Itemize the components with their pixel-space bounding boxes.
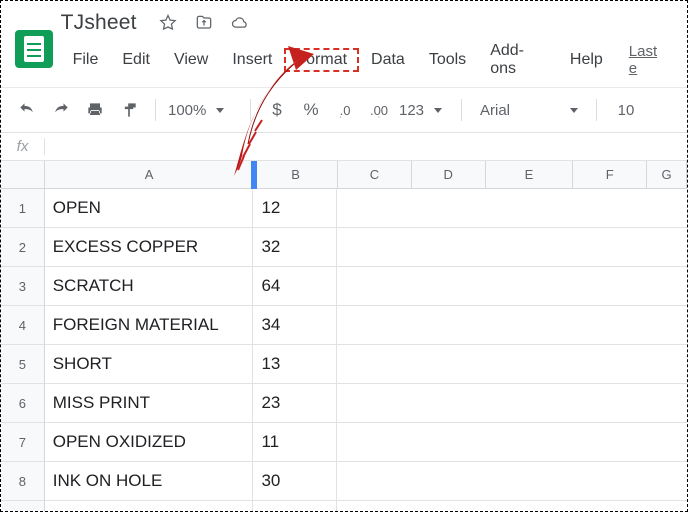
number-format-dropdown[interactable]: 123	[399, 102, 449, 119]
cell[interactable]	[337, 501, 687, 512]
cell[interactable]	[337, 384, 687, 423]
chevron-down-icon	[216, 108, 224, 113]
col-header-F[interactable]: F	[573, 161, 647, 188]
cell[interactable]: MISS PRINT	[45, 384, 254, 423]
col-header-E[interactable]: E	[486, 161, 574, 188]
table-row: 8INK ON HOLE30	[1, 462, 687, 501]
menu-format[interactable]: Format	[284, 48, 359, 72]
currency-button[interactable]: $	[263, 96, 291, 124]
col-header-B[interactable]: B	[254, 161, 338, 188]
table-row: 9DENT38	[1, 501, 687, 512]
cell[interactable]: 30	[253, 462, 337, 501]
font-size-input[interactable]: 10	[609, 102, 643, 119]
row-header[interactable]: 2	[1, 228, 45, 267]
row-header[interactable]: 7	[1, 423, 45, 462]
print-button[interactable]	[81, 96, 109, 124]
cell[interactable]: OPEN OXIDIZED	[45, 423, 254, 462]
cloud-icon[interactable]	[229, 12, 251, 34]
col-header-G[interactable]: G	[647, 161, 687, 188]
decrease-decimal-button[interactable]: .0	[331, 96, 359, 124]
paint-format-button[interactable]	[115, 96, 143, 124]
menu-data[interactable]: Data	[359, 48, 417, 72]
zoom-dropdown[interactable]: 100%	[168, 102, 238, 119]
increase-decimal-button[interactable]: .00	[365, 96, 393, 124]
col-header-D[interactable]: D	[412, 161, 486, 188]
title-row: TJsheet FileEditViewInsertFormatDataTool…	[1, 1, 687, 87]
table-row: 1OPEN12	[1, 189, 687, 228]
menu-insert[interactable]: Insert	[220, 48, 284, 72]
menu-help[interactable]: Help	[558, 48, 615, 72]
select-all-corner[interactable]	[1, 161, 45, 188]
row-header[interactable]: 6	[1, 384, 45, 423]
star-icon[interactable]	[157, 12, 179, 34]
cell[interactable]	[337, 267, 687, 306]
font-name: Arial	[480, 102, 510, 119]
cell[interactable]: 64	[253, 267, 337, 306]
cell[interactable]: INK ON HOLE	[45, 462, 254, 501]
table-row: 4FOREIGN MATERIAL34	[1, 306, 687, 345]
row-header[interactable]: 4	[1, 306, 45, 345]
table-row: 3SCRATCH64	[1, 267, 687, 306]
table-row: 5SHORT13	[1, 345, 687, 384]
cell[interactable]: SCRATCH	[45, 267, 254, 306]
cell[interactable]: EXCESS COPPER	[45, 228, 254, 267]
cell[interactable]: DENT	[45, 501, 254, 512]
chevron-down-icon	[570, 108, 578, 113]
row-header[interactable]: 1	[1, 189, 45, 228]
fx-label: fx	[1, 138, 45, 155]
cell[interactable]: 32	[253, 228, 337, 267]
row-header[interactable]: 5	[1, 345, 45, 384]
menu-bar: FileEditViewInsertFormatDataToolsAdd-ons…	[61, 35, 673, 87]
menu-file[interactable]: File	[61, 48, 111, 72]
undo-button[interactable]	[13, 96, 41, 124]
cell[interactable]	[337, 345, 687, 384]
numfmt-label: 123	[399, 102, 424, 119]
redo-button[interactable]	[47, 96, 75, 124]
menu-edit[interactable]: Edit	[110, 48, 162, 72]
formula-bar: fx	[1, 133, 687, 161]
doc-title[interactable]: TJsheet	[61, 11, 137, 35]
cell[interactable]	[337, 189, 687, 228]
table-row: 7OPEN OXIDIZED11	[1, 423, 687, 462]
column-headers: A B C D E F G	[1, 161, 687, 189]
cell[interactable]: FOREIGN MATERIAL	[45, 306, 254, 345]
cell[interactable]	[337, 228, 687, 267]
menu-view[interactable]: View	[162, 48, 220, 72]
col-header-A[interactable]: A	[45, 161, 254, 188]
cell[interactable]: 34	[253, 306, 337, 345]
cell[interactable]: 23	[253, 384, 337, 423]
row-header[interactable]: 9	[1, 501, 45, 512]
chevron-down-icon	[434, 108, 442, 113]
table-row: 2EXCESS COPPER32	[1, 228, 687, 267]
cell[interactable]	[337, 306, 687, 345]
cell[interactable]: SHORT	[45, 345, 254, 384]
spreadsheet-grid: A B C D E F G 1OPEN122EXCESS COPPER323SC…	[1, 161, 687, 512]
cell[interactable]: OPEN	[45, 189, 254, 228]
sheets-logo[interactable]	[15, 30, 53, 68]
cell[interactable]: 11	[253, 423, 337, 462]
col-header-C[interactable]: C	[338, 161, 412, 188]
zoom-value: 100%	[168, 102, 206, 119]
toolbar: 100% $ % .0 .00 123 Arial 10	[1, 87, 687, 133]
font-dropdown[interactable]: Arial	[474, 102, 584, 119]
table-row: 6MISS PRINT23	[1, 384, 687, 423]
row-header[interactable]: 3	[1, 267, 45, 306]
cell[interactable]: 38	[253, 501, 337, 512]
move-icon[interactable]	[193, 12, 215, 34]
percent-button[interactable]: %	[297, 96, 325, 124]
menu-add-ons[interactable]: Add-ons	[478, 39, 558, 81]
cell[interactable]: 13	[253, 345, 337, 384]
menu-tools[interactable]: Tools	[417, 48, 478, 72]
column-selection-handle[interactable]	[251, 161, 257, 189]
row-header[interactable]: 8	[1, 462, 45, 501]
cell[interactable]: 12	[253, 189, 337, 228]
cell[interactable]	[337, 462, 687, 501]
cell[interactable]	[337, 423, 687, 462]
last-edit-link[interactable]: Last e	[629, 43, 667, 77]
